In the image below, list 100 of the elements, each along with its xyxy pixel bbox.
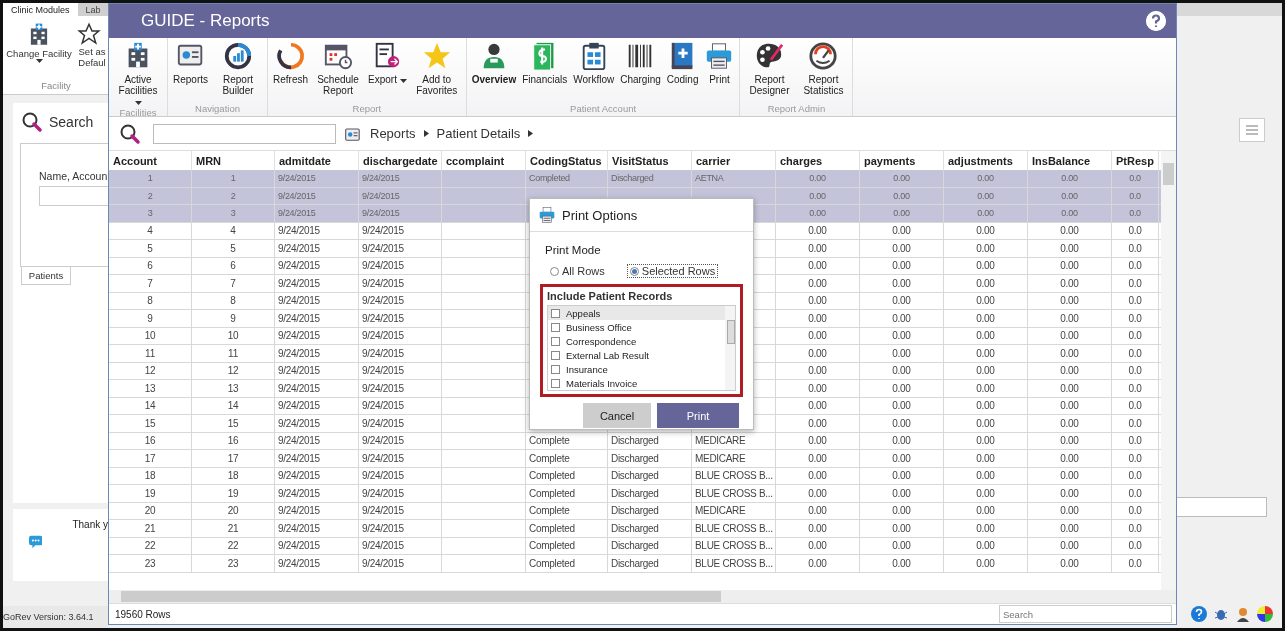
table-row[interactable]: 22 22 9/24/2015 9/24/2015 Completed Discharged BLUE CROSS B... 0.00 0.00 0.00 0.00 0.0 — [109, 537, 1161, 555]
radio-button[interactable]: All Rows — [548, 264, 607, 278]
ribbon-button[interactable]: Charging — [617, 41, 664, 103]
ribbon-button[interactable]: Export — [365, 41, 410, 103]
ribbon-button[interactable]: Coding — [663, 41, 702, 103]
table-cell: 0.00 — [976, 505, 995, 517]
ribbon-button[interactable]: Set as Defaul — [77, 22, 107, 80]
table-cell: 0.00 — [1060, 260, 1079, 272]
ribbon-button[interactable]: Report Builder — [211, 41, 265, 103]
table-cell: 0.00 — [976, 417, 995, 429]
table-cell: 9/24/2015 — [362, 347, 404, 359]
table-cell: Complete — [529, 505, 570, 517]
cancel-button[interactable]: Cancel — [583, 403, 651, 428]
ribbon-button[interactable]: Refresh — [270, 41, 312, 103]
table-cell: 9/24/2015 — [362, 225, 404, 237]
menu-icon[interactable] — [1239, 118, 1265, 142]
table-cell: 9/24/2015 — [362, 470, 404, 482]
table-cell: 9/24/2015 — [278, 208, 316, 219]
ribbon-button[interactable]: Change Facility — [5, 22, 73, 80]
table-cell: 0.00 — [893, 173, 910, 184]
table-cell: 0.00 — [808, 505, 827, 517]
table-row[interactable]: 19 19 9/24/2015 9/24/2015 Completed Discharged BLUE CROSS B... 0.00 0.00 0.00 0.00 0.0 — [109, 485, 1161, 503]
person-icon[interactable] — [1235, 606, 1251, 622]
table-cell: 0.00 — [809, 173, 826, 184]
checkbox-item[interactable]: External Lab Result — [548, 348, 725, 362]
table-cell: Discharged — [611, 470, 659, 482]
scrollbar[interactable] — [109, 590, 1176, 603]
table-cell: 10 — [144, 330, 156, 342]
table-cell: 0.00 — [977, 173, 994, 184]
ribbon-button[interactable]: Print — [701, 41, 738, 103]
ribbon-button[interactable]: Reports — [170, 41, 211, 103]
ribbon-button[interactable]: Active Facilities — [111, 41, 165, 107]
table-row[interactable]: 18 18 9/24/2015 9/24/2015 Completed Discharged BLUE CROSS B... 0.00 0.00 0.00 0.00 0.0 — [109, 467, 1161, 485]
breadcrumb-link[interactable]: Reports — [370, 126, 416, 141]
table-cell: 0.0 — [1128, 242, 1142, 254]
ribbon-button[interactable]: Workflow — [570, 41, 618, 103]
module-tab[interactable]: Clinic Modules — [3, 3, 78, 16]
table-cell: 0.0 — [1129, 190, 1141, 201]
ribbon-button[interactable]: Financials — [519, 41, 571, 103]
radio-button[interactable]: Selected Rows — [626, 264, 719, 278]
color-wheel-icon[interactable] — [1257, 606, 1273, 622]
table-cell: 0.00 — [808, 365, 827, 377]
patients-tab[interactable]: Patients — [21, 267, 71, 285]
input-field[interactable] — [39, 186, 108, 206]
table-row[interactable]: 16 16 9/24/2015 9/24/2015 Complete Discharged MEDICARE 0.00 0.00 0.00 0.00 0.0 — [109, 432, 1161, 450]
table-cell: 0.00 — [892, 505, 911, 517]
search-field[interactable]: Search — [999, 605, 1172, 623]
help-icon[interactable] — [1191, 606, 1207, 622]
breadcrumb-link[interactable]: Patient Details — [436, 126, 521, 141]
table-cell: 1 — [230, 173, 236, 184]
ribbon-icon — [223, 41, 253, 71]
table-cell: BLUE CROSS B... — [695, 470, 773, 482]
checkbox-item[interactable]: Insurance — [548, 362, 725, 376]
ribbon-button[interactable]: Report Designer — [742, 41, 797, 103]
checkbox-item[interactable]: Correspondence — [548, 334, 725, 348]
checkbox-item[interactable]: Appeals — [548, 306, 725, 320]
input-field[interactable] — [1175, 497, 1267, 517]
table-cell: 0.00 — [892, 330, 911, 342]
ribbon-button[interactable]: Schedule Report — [311, 41, 366, 103]
ribbon-button[interactable]: Add to Favorites — [409, 41, 464, 103]
checkbox-item[interactable]: Business Office — [548, 320, 725, 334]
table-cell: 0.00 — [1060, 557, 1079, 569]
table-cell: 0.00 — [892, 417, 911, 429]
table-row[interactable]: 20 20 9/24/2015 9/24/2015 Complete Discharged MEDICARE 0.00 0.00 0.00 0.00 0.0 — [109, 502, 1161, 520]
table-cell: 3 — [230, 208, 236, 219]
table-cell: Discharged — [611, 487, 659, 499]
search-field[interactable] — [153, 123, 336, 144]
table-cell: 0.0 — [1128, 260, 1142, 272]
table-cell: 9/24/2015 — [362, 312, 404, 324]
row-count: 19560 Rows — [115, 608, 171, 620]
table-row[interactable]: 23 23 9/24/2015 9/24/2015 Completed Discharged BLUE CROSS B... 0.00 0.00 0.00 0.00 0.0 — [109, 555, 1161, 573]
ribbon-button[interactable]: Overview — [468, 41, 520, 103]
ribbon-button[interactable]: Report Statistics — [796, 41, 851, 103]
table-cell: 0.00 — [808, 242, 827, 254]
table-cell: Complete — [529, 435, 570, 447]
table-cell: 0.00 — [977, 208, 994, 219]
table-row[interactable]: 21 21 9/24/2015 9/24/2015 Completed Discharged BLUE CROSS B... 0.00 0.00 0.00 0.00 0.0 — [109, 520, 1161, 538]
search-icon — [119, 122, 141, 145]
table-cell: MEDICARE — [695, 505, 746, 517]
table-cell: 0.0 — [1128, 557, 1142, 569]
table-cell: 0.0 — [1128, 365, 1142, 377]
table-cell: Discharged — [611, 522, 659, 534]
table-cell: Discharged — [611, 173, 654, 184]
print-button[interactable]: Print — [657, 403, 739, 428]
table-cell: 0.00 — [976, 452, 995, 464]
table-cell: 11 — [145, 347, 155, 359]
table-cell: 0.00 — [976, 382, 995, 394]
table-cell: 9/24/2015 — [278, 452, 320, 464]
scrollbar[interactable] — [725, 306, 735, 390]
table-cell: 9 — [230, 312, 236, 324]
scrollbar[interactable] — [1161, 151, 1176, 590]
star-icon — [77, 22, 101, 46]
table-cell: 9/24/2015 — [278, 470, 320, 482]
table-row[interactable]: 17 17 9/24/2015 9/24/2015 Complete Discharged MEDICARE 0.00 0.00 0.00 0.00 0.0 — [109, 450, 1161, 468]
ribbon-group-label: Facilities — [118, 107, 158, 120]
table-row[interactable]: 1 1 9/24/2015 9/24/2015 Completed Discharged AETNA 0.00 0.00 0.00 0.00 0.0 — [109, 170, 1161, 188]
table-cell: 0.00 — [1060, 277, 1079, 289]
module-tab[interactable]: Lab — [77, 3, 109, 16]
help-icon[interactable] — [1146, 11, 1166, 31]
table-cell: 0.00 — [808, 347, 827, 359]
